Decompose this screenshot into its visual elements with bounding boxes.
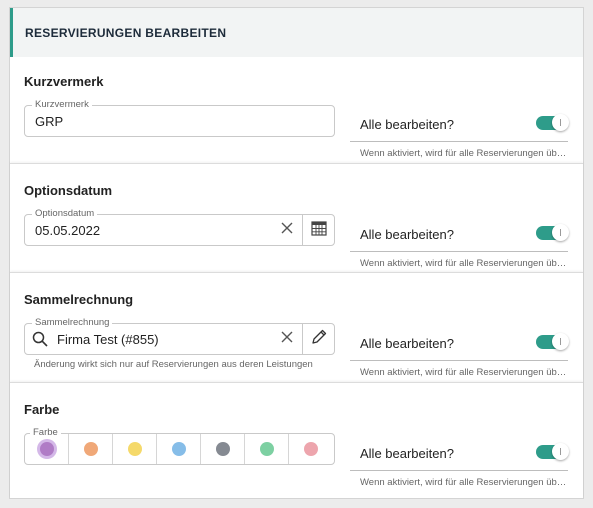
toggle-knob [552, 443, 569, 460]
edit-all-toggle-kurzvermerk[interactable] [536, 114, 569, 131]
color-dot [39, 442, 54, 456]
farbe-legend: Farbe [30, 427, 61, 439]
section-title-optionsdatum: Optionsdatum [24, 183, 113, 198]
color-swatch-group: Farbe [24, 427, 335, 465]
color-swatch[interactable] [289, 434, 333, 464]
close-icon [281, 330, 293, 348]
color-dot [83, 442, 98, 456]
color-dot [215, 442, 230, 456]
edit-all-help: Wenn aktiviert, wird für alle Reservieru… [360, 367, 568, 378]
color-dot [127, 442, 142, 456]
color-dot [304, 442, 318, 456]
edit-all-label: Alle bearbeiten? [360, 227, 454, 242]
edit-all-farbe: Alle bearbeiten? Wenn aktiviert, wird fü… [350, 443, 569, 496]
edit-all-help: Wenn aktiviert, wird für alle Reservieru… [360, 258, 568, 269]
edit-all-label: Alle bearbeiten? [360, 336, 454, 351]
edit-all-help: Wenn aktiviert, wird für alle Reservieru… [360, 477, 568, 488]
color-dot [259, 442, 274, 456]
color-swatch[interactable] [69, 434, 113, 464]
kurzvermerk-field[interactable]: Kurzvermerk GRP [24, 99, 335, 137]
section-title-kurzvermerk: Kurzvermerk [24, 74, 104, 89]
edit-all-toggle-optionsdatum[interactable] [536, 224, 569, 241]
toggle-knob [552, 224, 569, 241]
optionsdatum-value: 05.05.2022 [35, 223, 101, 238]
optionsdatum-legend: Optionsdatum [32, 208, 98, 220]
color-swatch[interactable] [245, 434, 289, 464]
sammelrechnung-helper: Änderung wirkt sich nur auf Reservierung… [34, 359, 313, 370]
edit-all-toggle-farbe[interactable] [536, 443, 569, 460]
color-swatch[interactable] [113, 434, 157, 464]
calendar-icon [310, 220, 327, 241]
color-dot [171, 442, 186, 456]
section-farbe: Farbe Farbe Alle bearbeiten? Wenn aktivi… [10, 382, 583, 498]
divider [350, 251, 568, 252]
search-icon [32, 331, 48, 352]
open-calendar-button[interactable] [303, 215, 334, 245]
edit-all-label: Alle bearbeiten? [360, 446, 454, 461]
edit-invoice-button[interactable] [303, 324, 334, 354]
clear-invoice-button[interactable] [273, 324, 301, 354]
toggle-knob [552, 114, 569, 131]
edit-all-label: Alle bearbeiten? [360, 117, 454, 132]
clear-date-button[interactable] [273, 215, 301, 245]
sammelrechnung-legend: Sammelrechnung [32, 317, 113, 329]
edit-all-toggle-sammelrechnung[interactable] [536, 333, 569, 350]
section-optionsdatum: Optionsdatum Optionsdatum 05.05.2022 All… [10, 163, 583, 271]
divider [350, 141, 568, 142]
optionsdatum-field[interactable]: Optionsdatum 05.05.2022 [24, 208, 335, 246]
edit-all-help: Wenn aktiviert, wird für alle Reservieru… [360, 148, 568, 159]
edit-all-optionsdatum: Alle bearbeiten? Wenn aktiviert, wird fü… [350, 224, 569, 277]
edit-reservations-panel: RESERVIERUNGEN BEARBEITEN Kurzvermerk Ku… [9, 7, 584, 499]
kurzvermerk-value: GRP [35, 114, 64, 129]
divider [350, 470, 568, 471]
color-swatch[interactable] [201, 434, 245, 464]
section-title-farbe: Farbe [24, 402, 60, 417]
edit-all-sammelrechnung: Alle bearbeiten? Wenn aktiviert, wird fü… [350, 333, 569, 386]
panel-title: RESERVIERUNGEN BEARBEITEN [25, 26, 227, 40]
pencil-icon [311, 329, 327, 350]
panel-header: RESERVIERUNGEN BEARBEITEN [10, 8, 583, 57]
kurzvermerk-legend: Kurzvermerk [32, 99, 92, 111]
color-swatch[interactable] [157, 434, 201, 464]
section-title-sammelrechnung: Sammelrechnung [24, 292, 134, 307]
sammelrechnung-field[interactable]: Sammelrechnung Firma Test (#855) [24, 317, 335, 355]
close-icon [281, 221, 293, 239]
section-kurzvermerk: Kurzvermerk Kurzvermerk GRP Alle bearbei… [10, 57, 583, 162]
sammelrechnung-value: Firma Test (#855) [57, 332, 159, 347]
toggle-knob [552, 333, 569, 350]
section-sammelrechnung: Sammelrechnung Sammelrechnung Firma Test… [10, 272, 583, 381]
edit-all-kurzvermerk: Alle bearbeiten? Wenn aktiviert, wird fü… [350, 114, 569, 167]
divider [350, 360, 568, 361]
